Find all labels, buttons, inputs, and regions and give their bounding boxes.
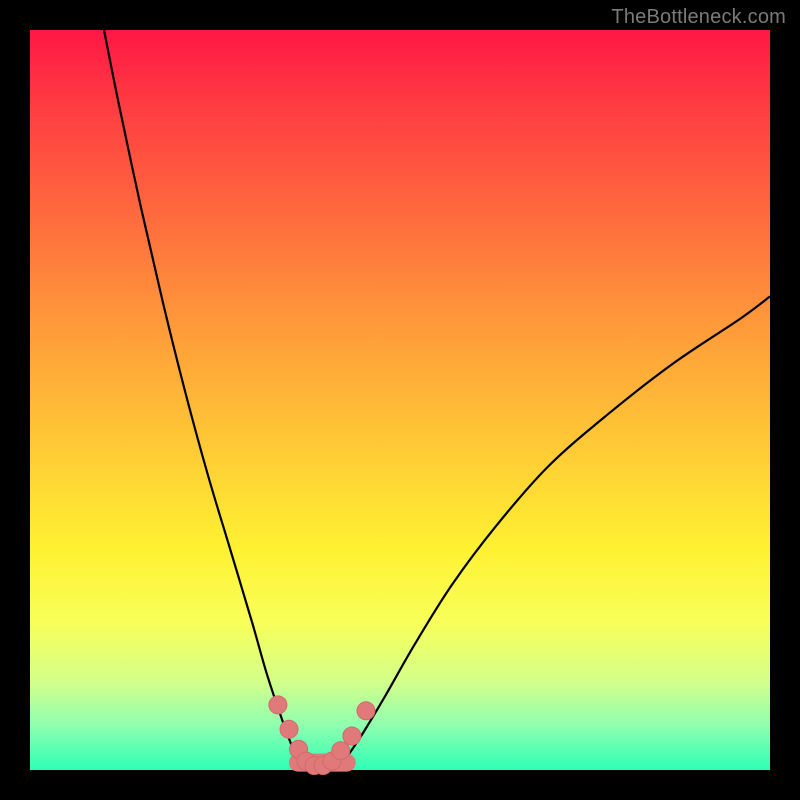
curve-left-branch bbox=[104, 30, 305, 767]
optimum-dot bbox=[280, 720, 298, 738]
optimum-marker-group bbox=[269, 696, 375, 775]
optimum-dot bbox=[332, 742, 350, 760]
chart-overlay bbox=[30, 30, 770, 770]
optimum-dot bbox=[269, 696, 287, 714]
optimum-dot bbox=[343, 727, 361, 745]
watermark-text: TheBottleneck.com bbox=[611, 6, 786, 29]
curve-right-branch bbox=[340, 296, 770, 767]
optimum-dot bbox=[357, 702, 375, 720]
